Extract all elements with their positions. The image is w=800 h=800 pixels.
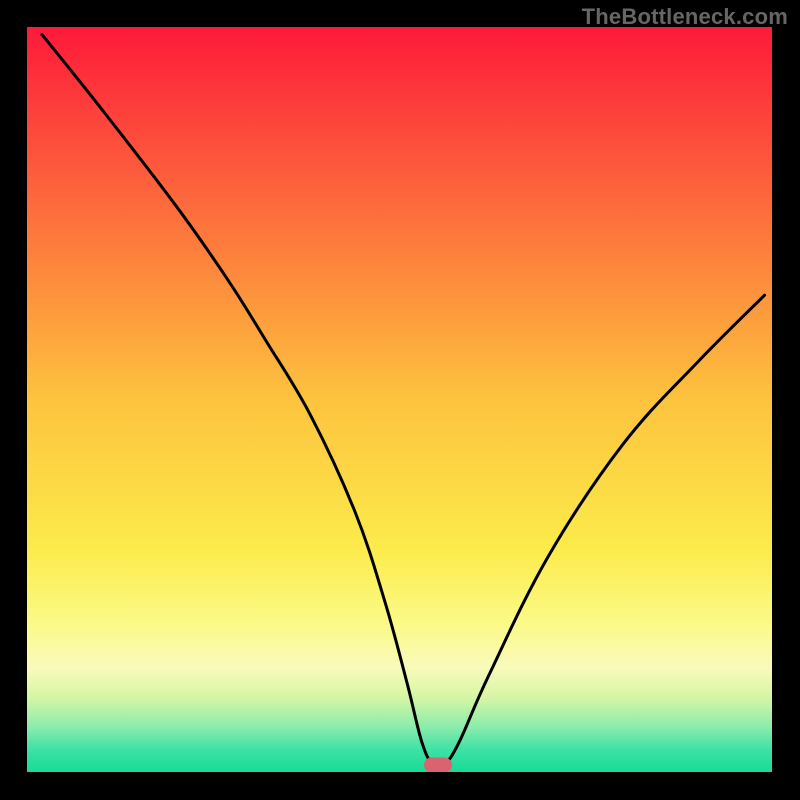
- watermark-text: TheBottleneck.com: [582, 4, 788, 30]
- optimal-point-marker: [424, 757, 452, 772]
- plot-area: [27, 27, 772, 772]
- chart-frame: TheBottleneck.com: [0, 0, 800, 800]
- chart-svg: [27, 27, 772, 772]
